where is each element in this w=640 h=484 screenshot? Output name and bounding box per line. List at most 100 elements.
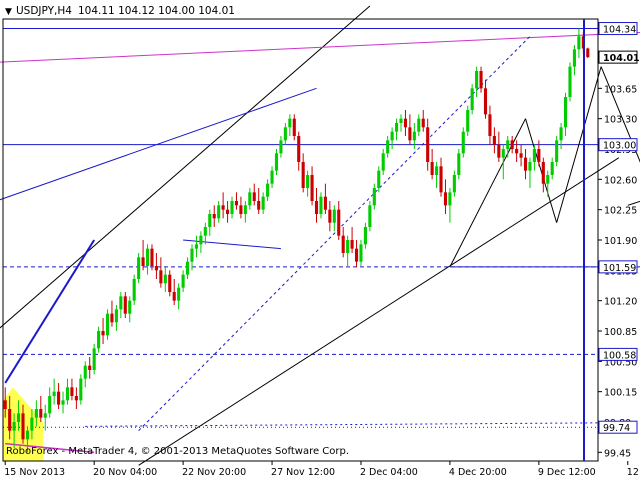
candle-body [128, 300, 132, 314]
candle-body [43, 413, 47, 418]
candle-body [248, 192, 252, 206]
candle-body [88, 365, 92, 370]
candle-body [559, 127, 563, 141]
candle-body [288, 118, 292, 128]
candle-body [190, 248, 194, 262]
candle-body [194, 244, 198, 249]
candle-body [230, 201, 234, 214]
y-tick-label: 103.65 [604, 84, 637, 95]
candle-body [466, 110, 470, 132]
candle-body [475, 71, 479, 89]
dropdown-arrow-icon[interactable]: ▼ [5, 7, 12, 17]
candle-body [568, 66, 572, 97]
candle-body [257, 201, 261, 210]
candle-body [439, 166, 443, 193]
candle-body [479, 71, 483, 89]
y-tick-label: 100.85 [604, 327, 637, 338]
candle-body [381, 153, 385, 171]
candle-body [386, 140, 390, 154]
candle-body [150, 248, 154, 266]
level-label: 99.74 [603, 423, 630, 434]
candle-body [577, 36, 581, 50]
candle-body [350, 240, 354, 249]
candle-body [65, 387, 70, 401]
candle-body [390, 131, 394, 141]
candle-body [154, 266, 158, 271]
candle-body [57, 391, 61, 405]
candle-body [239, 205, 243, 214]
candle-body [119, 296, 123, 310]
candle-body [25, 430, 30, 440]
x-tick-label: 22 Nov 20:00 [182, 467, 246, 478]
candle-body [52, 391, 56, 396]
candle-body [17, 413, 21, 422]
candle-body [123, 296, 127, 314]
candle-body [421, 118, 425, 128]
x-axis: 15 Nov 2013 20 Nov 04:00 22 Nov 20:00 27 No… [4, 461, 640, 478]
candle-body [70, 387, 74, 396]
candle-body [266, 183, 270, 197]
candle-body [341, 235, 345, 253]
candle-body [92, 348, 96, 370]
candle-body [448, 192, 452, 206]
candle-body [252, 192, 256, 201]
candle-body [515, 149, 519, 154]
candle-body [105, 313, 110, 336]
plot-background [3, 19, 598, 461]
candle-body [168, 274, 172, 292]
candle-body [363, 227, 367, 245]
candle-body [8, 409, 12, 431]
candle-body [550, 162, 554, 175]
candle-body [346, 240, 350, 253]
x-tick-label: 9 Dec 12:00 [538, 467, 596, 478]
x-tick-label: 4 Dec 20:00 [449, 467, 507, 478]
candle-body [274, 153, 279, 171]
candle-body [523, 157, 528, 171]
candle-body [310, 175, 314, 201]
candle-body [208, 214, 212, 227]
candle-body [541, 162, 545, 184]
candle-body [323, 196, 327, 210]
candle-body [110, 313, 114, 323]
level-label: 104.34 [603, 25, 636, 36]
candle-body [586, 48, 590, 58]
ohlc-readout: 104.11 104.12 104.00 104.01 [78, 5, 235, 17]
candle-body [337, 209, 341, 236]
candle-body [528, 162, 532, 171]
candle-body [537, 149, 541, 162]
candle-body [12, 422, 16, 431]
candle-body [3, 400, 7, 409]
candle-body [563, 97, 568, 128]
candle-body [283, 127, 287, 141]
candle-body [488, 114, 492, 136]
candle-body [79, 378, 83, 401]
y-tick-label: 103.30 [604, 115, 637, 126]
y-tick-label: 99.45 [604, 448, 631, 459]
candle-body [159, 270, 163, 284]
candle-body [506, 140, 510, 149]
x-tick-label: 15 Nov 2013 [4, 467, 65, 478]
level-label: 103.00 [603, 141, 636, 152]
candle-body [319, 196, 323, 214]
candle-body [226, 209, 230, 214]
candle-body [470, 88, 474, 110]
candle-body [532, 149, 536, 162]
candle-body [399, 118, 403, 123]
candle-body [359, 244, 363, 262]
candle-body [417, 118, 421, 132]
candle-body [457, 153, 461, 175]
level-label: 101.59 [603, 263, 636, 274]
candle-body [301, 162, 305, 188]
symbol-label: USDJPY,H4 [16, 5, 72, 17]
candle-body [328, 209, 332, 223]
x-tick-label: 27 Nov 12:00 [271, 467, 335, 478]
candle-body [519, 153, 523, 158]
candle-body [497, 144, 501, 158]
candle-body [435, 166, 439, 175]
candle-body [61, 400, 65, 405]
candle-body [412, 131, 416, 141]
candle-body [21, 413, 25, 440]
y-tick-label: 100.15 [604, 388, 637, 399]
candle-body [395, 123, 399, 132]
candle-body [368, 205, 372, 227]
